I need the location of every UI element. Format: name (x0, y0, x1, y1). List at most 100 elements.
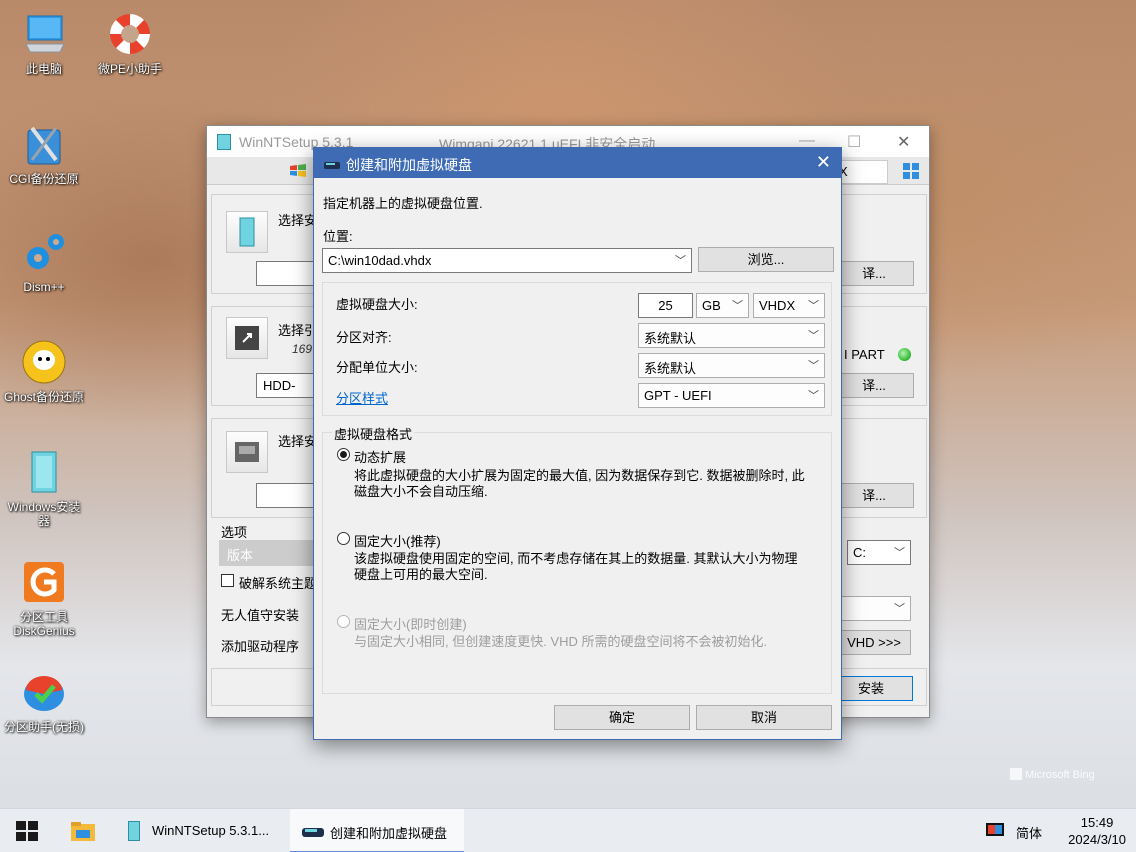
partition-style-link[interactable]: 分区样式 (336, 388, 388, 407)
diskgenius-icon (20, 558, 68, 606)
desktop-icon-label: Windows安装器 (7, 500, 81, 528)
options-label: 选项 (221, 525, 248, 540)
desktop-icon-pe-helper[interactable]: 微PE小助手 (88, 10, 172, 76)
cancel-button[interactable]: 取消 (696, 705, 832, 730)
desktop-icon-label: 微PE小助手 (97, 62, 162, 76)
install-source-field[interactable] (256, 261, 316, 286)
option1-label: 动态扩展 (354, 450, 407, 465)
install-drive-icon (226, 431, 268, 473)
fixed-size-radio[interactable] (337, 532, 350, 545)
desktop-icon-windows-installer[interactable]: Windows安装器 (2, 448, 86, 528)
install-source-select-button[interactable]: 译... (834, 261, 914, 286)
browse-button[interactable]: 浏览... (698, 247, 834, 272)
install-drive-field[interactable] (256, 483, 316, 508)
taskbar-item-winntsetup[interactable]: WinNTSetup 5.3.1... (116, 809, 286, 852)
dialog-close-icon[interactable]: ✕ (816, 152, 831, 173)
toolbox-icon (20, 120, 68, 168)
create-vhd-dialog: 创建和附加虚拟硬盘 ✕ 指定机器上的虚拟硬盘位置. 位置: C:\win10da… (313, 147, 842, 740)
gears-icon (20, 228, 68, 276)
crack-theme-checkbox[interactable] (221, 574, 234, 587)
taskbar-clock[interactable]: 15:49 2024/3/10 (1068, 814, 1126, 848)
start-icon[interactable] (16, 821, 38, 844)
section1-label: 选择安 (278, 213, 318, 228)
disk-settings-panel: 虚拟硬盘大小: 25 GB ﹀ VHDX ﹀ 分区对齐: 系统默认 ﹀ 分配单位大小:… (322, 282, 832, 416)
section2-sub: 169 (292, 342, 313, 356)
taskbar: WinNTSetup 5.3.1... 创建和附加虚拟硬盘 简体 15:49 2… (0, 808, 1136, 852)
disk-type-combo[interactable]: VHDX ﹀ (753, 293, 825, 318)
ok-button[interactable]: 确定 (554, 705, 690, 730)
size-input[interactable]: 25 (638, 293, 693, 318)
boot-drive-icon (226, 317, 268, 359)
dialog-title: 创建和附加虚拟硬盘 (346, 157, 472, 173)
unattended-label: 无人值守安装 (221, 608, 300, 623)
computer-icon (20, 10, 68, 58)
dialog-prompt: 指定机器上的虚拟硬盘位置. (323, 196, 483, 211)
version-combo[interactable]: 版本 (219, 540, 315, 566)
option3-label: 固定大小(即时创建) (354, 617, 467, 632)
boot-drive-field[interactable]: HDD- (256, 373, 316, 398)
clock-time: 15:49 (1080, 815, 1114, 830)
section2-label: 选择引 (278, 323, 318, 338)
size-label: 虚拟硬盘大小: (336, 297, 418, 312)
close-icon[interactable]: ✕ (897, 132, 910, 152)
chevron-down-icon: ﹀ (732, 300, 743, 312)
add-driver-label: 添加驱动程序 (221, 639, 300, 654)
drive-letter-combo[interactable]: C: ﹀ (847, 540, 911, 565)
desktop-icon-diskgenius[interactable]: 分区工具DiskGenius (2, 558, 86, 638)
file-explorer-icon[interactable] (70, 820, 96, 845)
align-combo[interactable]: 系统默认 ﹀ (638, 323, 825, 348)
partition-style-combo[interactable]: GPT - UEFI ﹀ (638, 383, 825, 408)
desktop-icon-label: Ghost备份还原 (3, 390, 85, 404)
crack-theme-label: 破解系统主题 (239, 576, 318, 591)
dialog-titlebar[interactable]: 创建和附加虚拟硬盘 ✕ (314, 148, 841, 178)
bing-logo-icon (1010, 768, 1022, 780)
chevron-down-icon: ﹀ (808, 360, 819, 372)
chevron-down-icon: ﹀ (894, 603, 905, 615)
desktop-icon-label: Dism++ (23, 280, 65, 294)
option2-label: 固定大小(推荐) (354, 534, 441, 549)
chevron-down-icon: ﹀ (808, 390, 819, 402)
install-drive-select-button[interactable]: 译... (834, 483, 914, 508)
desktop-icon-label: 分区工具DiskGenius (13, 610, 75, 638)
desktop-icon-label: 此电脑 (25, 62, 62, 76)
desktop-icon-this-pc[interactable]: 此电脑 (2, 10, 86, 76)
install-media-icon (226, 211, 268, 253)
windows-logo-icon[interactable] (903, 163, 919, 182)
ghost-icon (20, 338, 68, 386)
winntsetup-taskbar-icon (128, 821, 140, 841)
alloc-combo[interactable]: 系统默认 ﹀ (638, 353, 825, 378)
vhd-format-group-label: 虚拟硬盘格式 (332, 424, 415, 443)
boot-drive-select-button[interactable]: 译... (834, 373, 914, 398)
ime-indicator[interactable]: 简体 (1016, 823, 1042, 842)
option2-description: 该虚拟硬盘使用固定的空间, 而不考虑存储在其上的数据量. 其默认大小为物理 硬盘… (354, 551, 798, 582)
partition-assistant-icon (20, 668, 68, 716)
vhd-button[interactable]: VHD >>> (837, 630, 911, 655)
option1-description: 将此虚拟硬盘的大小扩展为固定的最大值, 因为数据保存到它. 数据被删除时, 此 … (354, 468, 805, 499)
winntsetup-app-icon (217, 134, 231, 150)
chevron-down-icon: ﹀ (675, 255, 686, 267)
location-combo[interactable]: C:\win10dad.vhdx ﹀ (322, 248, 692, 273)
taskbar-item-create-vhd[interactable]: 创建和附加虚拟硬盘 (290, 809, 464, 852)
bing-watermark: Microsoft Bing (1010, 768, 1095, 781)
desktop-icon-label: CGI备份还原 (9, 172, 79, 186)
desktop-icon-dism[interactable]: Dism++ (2, 228, 86, 294)
unattended-combo[interactable]: ﹀ (837, 596, 911, 621)
dynamic-expand-radio[interactable] (337, 448, 350, 461)
desktop-icon-partition-assistant[interactable]: 分区助手(无损) (2, 668, 86, 734)
efi-part-status: I PART (844, 347, 885, 362)
desktop-icon-cgi[interactable]: CGI备份还原 (2, 120, 86, 186)
tab-drive-field[interactable]: X (834, 160, 888, 184)
clock-date: 2024/3/10 (1068, 832, 1126, 847)
maximize-icon[interactable]: ☐ (847, 132, 861, 152)
align-label: 分区对齐: (336, 330, 392, 345)
desktop-icon-label: 分区助手(无损) (4, 720, 84, 734)
lifebuoy-icon (106, 10, 154, 58)
desktop-icon-ghost[interactable]: Ghost备份还原 (2, 338, 86, 404)
windows-xp-flag-icon[interactable] (289, 163, 307, 183)
display-icon[interactable] (986, 823, 1004, 842)
chevron-down-icon: ﹀ (894, 547, 905, 559)
vhd-drive-icon (324, 158, 340, 173)
fixed-instant-radio[interactable] (337, 615, 350, 628)
size-unit-combo[interactable]: GB ﹀ (696, 293, 749, 318)
location-label: 位置: (323, 229, 353, 244)
